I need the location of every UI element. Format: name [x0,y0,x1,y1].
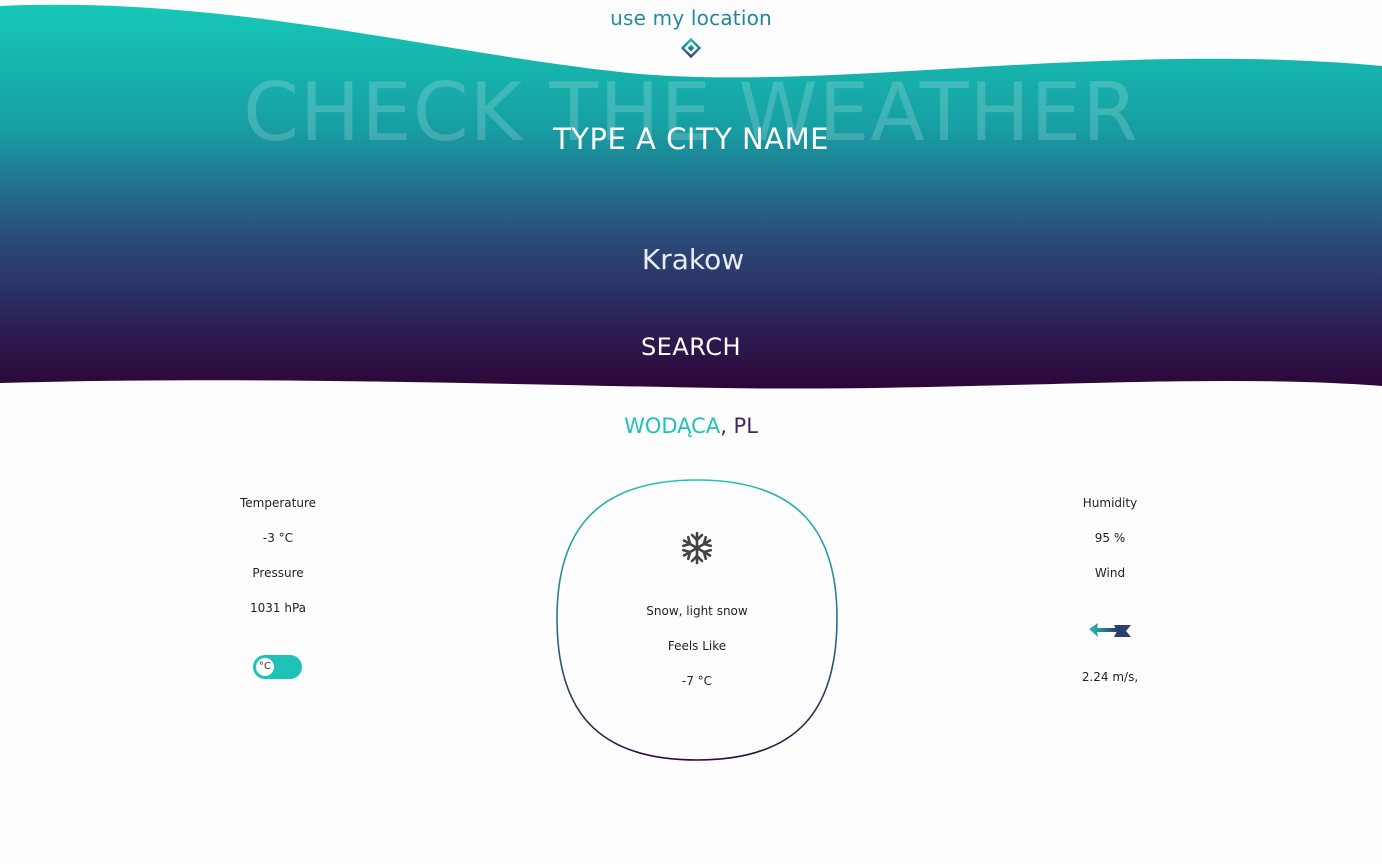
feels-like-label: Feels Like [667,639,727,653]
humidity-value: 95 % [1094,531,1126,545]
city-prompt-heading: TYPE A CITY NAME [553,122,829,156]
feels-like-value: -7 °C [681,674,713,688]
diamond-icon[interactable] [681,38,701,58]
weather-description: Snow, light snow [646,604,748,618]
pressure-label: Pressure [252,566,304,580]
temperature-label: Temperature [239,496,316,510]
snowflake-icon [680,531,714,565]
location-name: WODĄCA, PL [0,414,1382,438]
weather-card: Snow, light snow Feels Like -7 °C [555,478,839,762]
location-country: , PL [720,414,758,438]
wind-arrow-icon [1089,623,1131,637]
humidity-label: Humidity [1082,496,1138,510]
wind-value: 2.24 m/s, [1081,670,1139,684]
use-my-location-link[interactable]: use my location [0,6,1382,30]
wind-label: Wind [1094,566,1126,580]
city-input[interactable] [491,234,895,284]
pressure-value: 1031 hPa [249,601,306,615]
unit-toggle[interactable]: °C [253,655,302,679]
temperature-value: -3 °C [262,531,294,545]
unit-toggle-knob: °C [256,658,274,676]
search-button[interactable]: SEARCH [591,326,791,368]
location-city: WODĄCA [624,414,721,438]
